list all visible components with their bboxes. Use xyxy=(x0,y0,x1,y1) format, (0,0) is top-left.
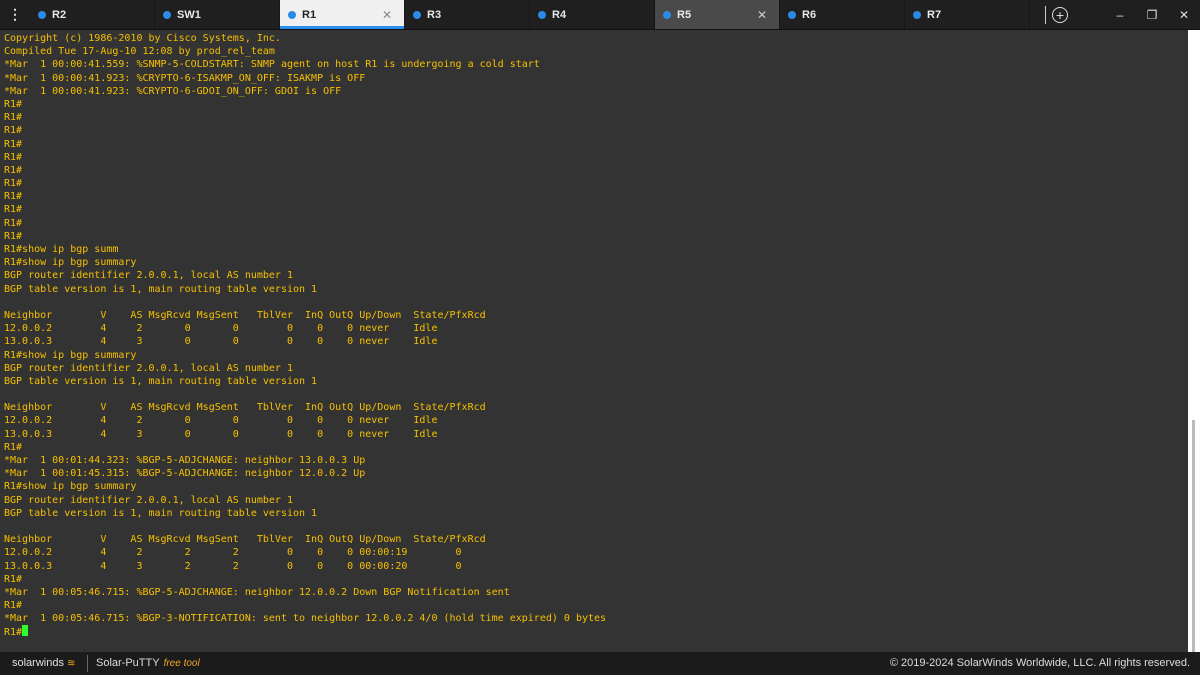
free-tool-label: free tool xyxy=(163,658,200,669)
logo-mark-icon: ≋ xyxy=(67,658,76,669)
product-name: Solar-PuTTY free tool xyxy=(96,657,200,669)
status-dot-icon xyxy=(538,10,546,19)
status-dot-icon xyxy=(663,10,671,19)
terminal-lines: Copyright (c) 1986-2010 by Cisco Systems… xyxy=(4,32,606,639)
terminal-line: BGP router identifier 2.0.0.1, local AS … xyxy=(4,362,293,374)
copyright-text: © 2019-2024 SolarWinds Worldwide, LLC. A… xyxy=(889,657,1190,669)
terminal-line: R1#show ip bgp summary xyxy=(4,257,137,269)
tab-label: R5 xyxy=(677,8,692,21)
terminal-line: *Mar 1 00:05:46.715: %BGP-3-NOTIFICATION… xyxy=(4,613,607,625)
terminal-line: Neighbor V AS MsgRcvd MsgSent TblVer InQ… xyxy=(4,309,486,321)
terminal-line: R1# xyxy=(4,441,23,453)
scrollbar-thumb[interactable] xyxy=(1192,420,1195,670)
tab-r7[interactable]: R7 xyxy=(905,0,1030,29)
terminal-line: *Mar 1 00:00:41.923: %CRYPTO-6-ISAKMP_ON… xyxy=(4,72,366,84)
terminal-line: *Mar 1 00:00:41.923: %CRYPTO-6-GDOI_ON_O… xyxy=(4,85,342,97)
terminal-line: Compiled Tue 17-Aug-10 12:08 by prod_rel… xyxy=(4,46,275,58)
status-footer: solarwinds ≋ Solar-PuTTY free tool © 2019… xyxy=(0,652,1200,675)
terminal-line: R1# xyxy=(4,191,23,203)
terminal-line: R1# xyxy=(4,230,23,242)
close-window-icon[interactable]: ✕ xyxy=(1168,8,1200,22)
tab-label: SW1 xyxy=(177,8,201,21)
terminal-line: R1# xyxy=(4,125,23,137)
status-dot-icon xyxy=(38,10,46,19)
tab-r6[interactable]: R6 xyxy=(780,0,905,29)
terminal-line: 12.0.0.2 4 2 0 0 0 0 0 never Idle xyxy=(4,415,438,427)
terminal-line: R1# xyxy=(4,204,23,216)
terminal-line: R1# xyxy=(4,573,23,585)
terminal-line: 13.0.0.3 4 3 0 0 0 0 0 never Idle xyxy=(4,428,438,440)
add-session-icon[interactable]: + xyxy=(1052,6,1068,23)
minimize-icon[interactable]: – xyxy=(1104,8,1136,22)
scrollbar[interactable] xyxy=(1188,30,1200,670)
tab-label: R7 xyxy=(927,8,942,21)
footer-separator xyxy=(87,655,88,672)
tab-r5[interactable]: R5 ✕ xyxy=(655,0,780,29)
terminal-line: 12.0.0.2 4 2 0 0 0 0 0 never Idle xyxy=(4,323,438,335)
terminal-line: BGP router identifier 2.0.0.1, local AS … xyxy=(4,270,293,282)
status-dot-icon xyxy=(163,10,171,19)
terminal-line: R1# xyxy=(4,138,23,150)
restore-icon[interactable]: ❐ xyxy=(1136,8,1168,22)
window-controls: + – ❐ ✕ xyxy=(1045,0,1200,29)
terminal-line: BGP table version is 1, main routing tab… xyxy=(4,375,318,387)
product-label: Solar-PuTTY xyxy=(96,657,160,669)
tab-label: R2 xyxy=(52,8,67,21)
tab-r2[interactable]: R2 xyxy=(30,0,155,29)
status-dot-icon xyxy=(788,10,796,19)
prompt-text: R1# xyxy=(4,627,23,639)
terminal-prompt[interactable]: R1# xyxy=(4,625,606,638)
close-icon[interactable]: ✕ xyxy=(757,8,767,22)
tab-label: R3 xyxy=(427,8,442,21)
tab-label: R6 xyxy=(802,8,817,21)
separator xyxy=(1045,5,1046,24)
terminal-line: *Mar 1 00:01:44.323: %BGP-5-ADJCHANGE: n… xyxy=(4,455,366,466)
terminal-line: BGP table version is 1, main routing tab… xyxy=(4,283,318,295)
terminal-line: R1#show ip bgp summ xyxy=(4,244,119,255)
solarwinds-logo: solarwinds ≋ xyxy=(12,657,75,669)
terminal-line: 12.0.0.2 4 2 2 2 0 0 0 00:00:19 0 xyxy=(4,547,462,559)
terminal-line: BGP router identifier 2.0.0.1, local AS … xyxy=(4,494,293,506)
terminal-line: 13.0.0.3 4 3 2 2 0 0 0 00:00:20 0 xyxy=(4,560,462,572)
session-tab-bar: ⋮ R2 SW1 R1 ✕ R3 R4 R5 ✕ R6 R7 + – ❐ ✕ xyxy=(0,0,1200,30)
terminal-line: R1# xyxy=(4,600,23,612)
terminal-line: R1# xyxy=(4,112,23,124)
terminal-line: R1#show ip bgp summary xyxy=(4,481,137,493)
terminal-line: R1# xyxy=(4,164,23,176)
close-icon[interactable]: ✕ xyxy=(382,8,392,22)
status-dot-icon xyxy=(913,10,921,19)
terminal-line: *Mar 1 00:00:41.559: %SNMP-5-COLDSTART: … xyxy=(4,59,540,71)
logo-text: solarwinds xyxy=(12,657,64,669)
terminal-line: R1# xyxy=(4,178,23,190)
terminal-line: Copyright (c) 1986-2010 by Cisco Systems… xyxy=(4,33,281,44)
status-dot-icon xyxy=(288,10,296,19)
tab-r3[interactable]: R3 xyxy=(405,0,530,29)
tab-sw1[interactable]: SW1 xyxy=(155,0,280,29)
text-cursor xyxy=(22,625,29,637)
terminal-line: R1# xyxy=(4,217,23,229)
tab-label: R4 xyxy=(552,8,567,21)
tab-list: R2 SW1 R1 ✕ R3 R4 R5 ✕ R6 R7 xyxy=(30,0,1030,29)
terminal-line: R1#show ip bgp summary xyxy=(4,349,137,361)
status-dot-icon xyxy=(413,10,421,19)
terminal-line: Neighbor V AS MsgRcvd MsgSent TblVer InQ… xyxy=(4,402,486,414)
terminal-line: 13.0.0.3 4 3 0 0 0 0 0 never Idle xyxy=(4,336,438,348)
tab-label: R1 xyxy=(302,8,317,21)
terminal-line: *Mar 1 00:05:46.715: %BGP-5-ADJCHANGE: n… xyxy=(4,586,510,598)
tab-r1[interactable]: R1 ✕ xyxy=(280,0,405,29)
terminal-output[interactable]: Copyright (c) 1986-2010 by Cisco Systems… xyxy=(0,30,1188,652)
terminal-line: R1# xyxy=(4,98,23,110)
terminal-line: Neighbor V AS MsgRcvd MsgSent TblVer InQ… xyxy=(4,534,486,546)
tab-r4[interactable]: R4 xyxy=(530,0,655,29)
terminal-line: *Mar 1 00:01:45.315: %BGP-5-ADJCHANGE: n… xyxy=(4,468,366,480)
terminal-line: BGP table version is 1, main routing tab… xyxy=(4,507,318,519)
menu-icon[interactable]: ⋮ xyxy=(0,0,30,29)
terminal-line: R1# xyxy=(4,151,23,163)
